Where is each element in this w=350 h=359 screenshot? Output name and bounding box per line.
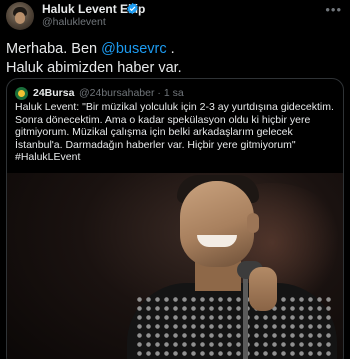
tweet-header: Haluk Levent Ekip @haluklevent •••	[6, 0, 346, 30]
quoted-tweet-card[interactable]: 24Bursa @24bursahaber · 1 sa Haluk Leven…	[6, 78, 344, 359]
tweet-body: Merhaba. Ben @busevrc . Haluk abimizden …	[6, 40, 346, 78]
quoted-separator: ·	[157, 87, 161, 99]
verified-badge-icon	[127, 2, 138, 15]
quoted-tweet-photo[interactable]	[7, 173, 343, 359]
mention-link[interactable]: @busevrc	[101, 41, 167, 57]
author-handle[interactable]: @haluklevent	[42, 16, 106, 28]
tweet-text-prefix: Merhaba. Ben	[6, 41, 102, 57]
tweet-text-suffix: .	[166, 41, 175, 57]
tweet-line-2: Haluk abimizden haber var.	[6, 60, 182, 76]
quoted-author-handle: @24bursahaber	[79, 87, 155, 99]
quoted-author-meta: @24bursahaber · 1 sa	[79, 87, 184, 99]
quoted-author-avatar	[15, 87, 28, 100]
tweet-line-1: Merhaba. Ben @busevrc .	[6, 40, 346, 59]
quoted-tweet-text: Haluk Levent: "Bir müzikal yolculuk için…	[15, 101, 334, 163]
quoted-author-name: 24Bursa	[33, 87, 75, 99]
quoted-time: 1 sa	[163, 87, 184, 99]
author-avatar[interactable]	[6, 2, 34, 30]
more-icon[interactable]: •••	[325, 2, 342, 17]
quoted-tweet-header: 24Bursa @24bursahaber · 1 sa	[15, 87, 335, 101]
